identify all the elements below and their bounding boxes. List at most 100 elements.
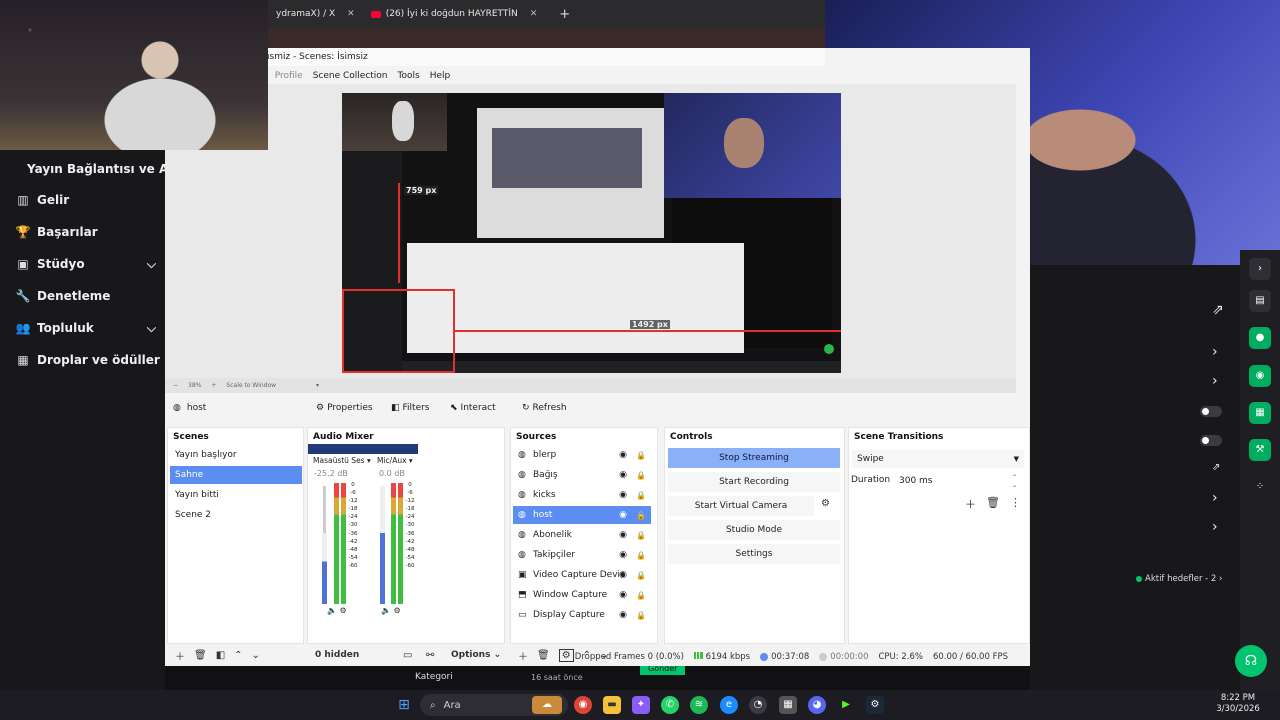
eye-icon[interactable]: ◉ bbox=[619, 510, 627, 520]
preview-canvas[interactable]: 759 px 1492 px bbox=[342, 93, 841, 373]
lock-icon[interactable]: 🔒 bbox=[636, 591, 646, 600]
zoom-in-icon[interactable]: + bbox=[211, 378, 216, 393]
folder-icon[interactable]: ▬ bbox=[603, 696, 621, 714]
lock-icon[interactable]: 🔒 bbox=[636, 451, 646, 460]
source-item[interactable]: ◍ kicks ◉ 🔒 bbox=[513, 486, 651, 504]
whatsapp-icon[interactable]: ✆ bbox=[661, 696, 679, 714]
lock-icon[interactable]: 🔒 bbox=[636, 491, 646, 500]
eye-icon[interactable]: ◉ bbox=[619, 530, 627, 540]
settings-button[interactable]: Settings bbox=[668, 544, 840, 564]
lock-icon[interactable]: 🔒 bbox=[636, 611, 646, 620]
zoom-mode[interactable]: Scale to Window bbox=[226, 378, 276, 393]
spin-down-icon[interactable]: ⌄ bbox=[1012, 482, 1017, 489]
browser-tab[interactable]: (26) İyi ki doğdun HAYRETTİN ✕ bbox=[363, 0, 546, 28]
new-tab-button[interactable]: + bbox=[559, 7, 570, 22]
eye-icon[interactable]: ◉ bbox=[619, 550, 627, 560]
more-icon[interactable]: ⋮ bbox=[1010, 496, 1021, 512]
channel-name[interactable]: Masaüstü Ses ▾ bbox=[313, 456, 371, 465]
source-item[interactable]: ◍ Bağış ◉ 🔒 bbox=[513, 466, 651, 484]
filters-button[interactable]: ◧ Filters bbox=[386, 399, 435, 417]
scene-item[interactable]: Yayın bitti bbox=[170, 486, 302, 504]
aktif-hedefler[interactable]: Aktif hedefler - 2 › bbox=[1136, 574, 1222, 584]
layout-icon[interactable]: ▦ bbox=[1249, 402, 1271, 424]
zoom-out-icon[interactable]: − bbox=[173, 378, 178, 393]
source-item[interactable]: ◍ Abonelik ◉ 🔒 bbox=[513, 526, 651, 544]
sidebar-item-denetleme[interactable]: 🔧 Denetleme bbox=[14, 284, 164, 308]
channel-name[interactable]: Mic/Aux ▾ bbox=[377, 456, 413, 465]
source-item-selected[interactable]: ◍ host ◉ 🔒 bbox=[513, 506, 651, 524]
gear-icon[interactable]: ⚙ bbox=[821, 498, 830, 509]
start-recording-button[interactable]: Start Recording bbox=[668, 472, 840, 492]
chevron-right-icon[interactable]: › bbox=[1212, 373, 1218, 389]
sidebar-item-gelir[interactable]: ▥ Gelir bbox=[14, 188, 164, 212]
lock-icon[interactable]: 🔒 bbox=[636, 571, 646, 580]
trash-icon[interactable]: 🗑 bbox=[986, 496, 1000, 512]
close-icon[interactable]: ✕ bbox=[530, 9, 538, 19]
stop-streaming-button[interactable]: Stop Streaming bbox=[668, 448, 840, 468]
eye-icon[interactable]: ◉ bbox=[619, 570, 627, 580]
steam-icon[interactable]: ⚙ bbox=[866, 696, 884, 714]
menu-item-tools[interactable]: Tools bbox=[398, 68, 420, 84]
source-item[interactable]: ▭ Display Capture ◉ 🔒 bbox=[513, 606, 651, 624]
eye-icon[interactable]: ◉ bbox=[619, 450, 627, 460]
eye-icon[interactable]: ◉ bbox=[619, 590, 627, 600]
studio-mode-button[interactable]: Studio Mode bbox=[668, 520, 840, 540]
chevron-right-icon[interactable]: › bbox=[1249, 258, 1271, 280]
chevron-down-icon[interactable]: ▾ bbox=[316, 378, 319, 393]
copilot-icon[interactable]: ✦ bbox=[632, 696, 650, 714]
chat-icon[interactable]: ● bbox=[1249, 327, 1271, 349]
lock-icon[interactable]: 🔒 bbox=[636, 531, 646, 540]
toggle-switch[interactable] bbox=[1200, 435, 1222, 446]
wrench-icon[interactable]: ⚒ bbox=[1249, 439, 1271, 461]
eye-icon[interactable]: ◉ bbox=[619, 610, 627, 620]
kick-icon[interactable]: ▶ bbox=[837, 696, 855, 714]
menu-item-help[interactable]: Help bbox=[430, 68, 451, 84]
source-item[interactable]: ◍ Takipçiler ◉ 🔒 bbox=[513, 546, 651, 564]
mute-icon[interactable]: 🔈 ⚙ bbox=[327, 606, 347, 615]
spotify-icon[interactable]: ≋ bbox=[690, 696, 708, 714]
eye-icon[interactable]: ◉ bbox=[619, 490, 627, 500]
edge-icon[interactable]: e bbox=[720, 696, 738, 714]
sidebar-item-topluluk[interactable]: 👥 Topluluk ⌵ bbox=[14, 316, 164, 340]
sidebar-item-basarilar[interactable]: 🏆 Başarılar bbox=[14, 220, 164, 244]
menu-item-profile[interactable]: Profile bbox=[275, 68, 303, 84]
selection-box[interactable] bbox=[342, 289, 455, 373]
chevron-right-icon[interactable]: › bbox=[1212, 519, 1218, 535]
toggle-switch[interactable] bbox=[1200, 406, 1222, 417]
scene-item[interactable]: Yayın başlıyor bbox=[170, 446, 302, 464]
system-clock[interactable]: 8:22 PM 3/30/2026 bbox=[1208, 693, 1268, 715]
source-item[interactable]: ◍ blerp ◉ 🔒 bbox=[513, 446, 651, 464]
sidebar-item-studyo[interactable]: ▣ Stüdyo ⌵ bbox=[14, 252, 164, 276]
chrome-icon[interactable]: ◉ bbox=[574, 696, 592, 714]
browser-tab[interactable]: ydramaX) / X ✕ bbox=[268, 0, 363, 28]
add-icon[interactable]: ＋ bbox=[965, 496, 976, 512]
mute-icon[interactable]: 🔈 ⚙ bbox=[381, 606, 401, 615]
scene-item-selected[interactable]: Sahne bbox=[170, 466, 302, 484]
duration-input[interactable]: 300 ms ⌃ ⌄ bbox=[895, 472, 1023, 490]
transition-select[interactable]: Swipe ▼ bbox=[852, 450, 1024, 468]
sidebar-item-droplar[interactable]: ▦ Droplar ve ödüller bbox=[14, 348, 164, 372]
spin-up-icon[interactable]: ⌃ bbox=[1012, 474, 1017, 481]
interact-button[interactable]: ⬉ Interact bbox=[445, 399, 501, 417]
windows-start-icon[interactable]: ⊞ bbox=[395, 696, 413, 714]
clipboard-icon[interactable]: ▤ bbox=[1249, 290, 1271, 312]
chevron-right-icon[interactable]: › bbox=[1212, 490, 1218, 506]
store-icon[interactable]: ▦ bbox=[779, 696, 797, 714]
news-widget-icon[interactable]: ☁ bbox=[532, 696, 562, 714]
chevron-right-icon[interactable]: › bbox=[1212, 344, 1218, 360]
start-virtual-camera-button[interactable]: Start Virtual Camera bbox=[668, 496, 814, 516]
extensions-icon[interactable]: ⁘ bbox=[1249, 476, 1271, 498]
broadcast-icon[interactable]: ◉ bbox=[1249, 365, 1271, 387]
discord-icon[interactable]: ◕ bbox=[808, 696, 826, 714]
properties-button[interactable]: ⚙ Properties bbox=[311, 399, 378, 417]
eye-icon[interactable]: ◉ bbox=[619, 470, 627, 480]
source-item[interactable]: ▣ Video Capture Devic ◉ 🔒 bbox=[513, 566, 651, 584]
popout-icon[interactable]: ⇗ bbox=[1212, 302, 1224, 318]
obs-icon[interactable]: ◔ bbox=[749, 696, 767, 714]
send-button[interactable]: Gönder bbox=[640, 665, 686, 675]
lock-icon[interactable]: 🔒 bbox=[636, 471, 646, 480]
scene-item[interactable]: Scene 2 bbox=[170, 506, 302, 524]
source-item[interactable]: ⬒ Window Capture ◉ 🔒 bbox=[513, 586, 651, 604]
close-icon[interactable]: ✕ bbox=[347, 9, 355, 19]
stats-icon[interactable]: ⇗ bbox=[1212, 462, 1220, 473]
